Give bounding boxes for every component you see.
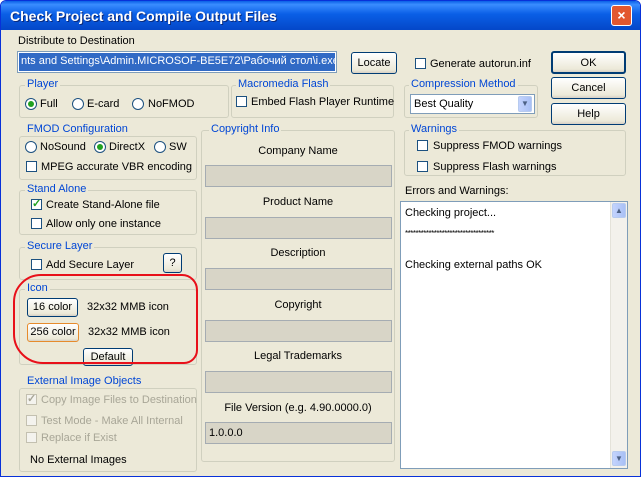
distribute-label: Distribute to Destination (18, 35, 135, 47)
file-version-field[interactable]: 1.0.0.0 (205, 422, 392, 444)
fmod-nosound-radio[interactable] (25, 141, 37, 153)
embed-flash-label: Embed Flash Player Runtime (251, 96, 395, 108)
window-title: Check Project and Compile Output Files (10, 8, 277, 24)
fmod-nosound-label: NoSound (40, 141, 86, 153)
errors-log[interactable]: Checking project... ********************… (400, 201, 628, 469)
help-button[interactable]: Help (551, 103, 626, 125)
player-full-label: Full (40, 98, 58, 110)
company-name-label: Company Name (258, 145, 338, 157)
secure-group-title: Secure Layer (25, 240, 95, 252)
no-external-images-label: No External Images (30, 454, 127, 466)
suppress-flash-checkbox[interactable] (417, 161, 428, 172)
player-ecard-radio[interactable] (72, 98, 84, 110)
copyright-label: Copyright (274, 299, 322, 311)
player-full-radio[interactable] (25, 98, 37, 110)
embed-flash-checkbox[interactable] (236, 96, 247, 107)
description-field[interactable] (205, 268, 392, 290)
fmod-directx-label: DirectX (109, 141, 146, 153)
compression-group-title: Compression Method (409, 78, 518, 90)
replace-exist-checkbox[interactable] (26, 432, 37, 443)
test-mode-label: Test Mode - Make All Internal (41, 415, 183, 427)
copy-images-label: Copy Image Files to Destination (41, 394, 197, 406)
legal-trademarks-label: Legal Trademarks (253, 350, 343, 362)
create-standalone-checkbox[interactable] (31, 197, 42, 210)
copy-images-checkbox[interactable] (26, 392, 37, 405)
compression-value: Best Quality (414, 98, 474, 110)
player-nofmod-radio[interactable] (132, 98, 144, 110)
secure-layer-checkbox[interactable] (31, 259, 42, 270)
fmod-group-title: FMOD Configuration (25, 123, 130, 135)
mpeg-vbr-checkbox[interactable] (26, 161, 37, 172)
legal-trademarks-field[interactable] (205, 371, 392, 393)
player-ecard-label: E-card (87, 98, 120, 110)
mpeg-vbr-label: MPEG accurate VBR encoding (41, 161, 193, 173)
title-bar[interactable]: Check Project and Compile Output Files × (1, 1, 640, 30)
locate-button[interactable]: Locate (351, 52, 397, 74)
scroll-down-icon[interactable]: ▼ (612, 451, 626, 466)
close-button[interactable]: × (611, 5, 632, 26)
external-group-title: External Image Objects (25, 375, 144, 387)
copyright-group-title: Copyright Info (209, 123, 282, 135)
fmod-directx-radio[interactable] (94, 141, 106, 153)
log-line: ********************************** (405, 229, 494, 238)
standalone-group-title: Stand Alone (25, 183, 89, 195)
errors-scrollbar[interactable]: ▲ ▼ (610, 202, 627, 468)
scroll-up-icon[interactable]: ▲ (612, 203, 626, 218)
flash-group-title: Macromedia Flash (236, 78, 331, 90)
file-version-value: 1.0.0.0 (209, 427, 243, 439)
replace-exist-label: Replace if Exist (41, 432, 117, 444)
suppress-fmod-checkbox[interactable] (417, 140, 428, 151)
product-name-field[interactable] (205, 217, 392, 239)
one-instance-label: Allow only one instance (46, 218, 161, 230)
secure-layer-label: Add Secure Layer (46, 259, 135, 271)
description-label: Description (270, 247, 326, 259)
secure-help-button[interactable]: ? (163, 253, 182, 273)
test-mode-checkbox[interactable] (26, 415, 37, 426)
autorun-label: Generate autorun.inf (430, 58, 531, 70)
player-group-title: Player (25, 78, 61, 90)
file-version-label: File Version (e.g. 4.90.0000.0) (224, 402, 372, 414)
autorun-checkbox[interactable] (415, 58, 426, 69)
player-nofmod-label: NoFMOD (148, 98, 195, 110)
suppress-flash-label: Suppress Flash warnings (433, 161, 557, 173)
suppress-fmod-label: Suppress FMOD warnings (433, 140, 562, 152)
dialog-body: Distribute to Destination nts and Settin… (1, 30, 640, 476)
company-name-field[interactable] (205, 165, 392, 187)
compression-select[interactable]: Best Quality ▼ (410, 94, 535, 114)
fmod-sw-radio[interactable] (154, 141, 166, 153)
fmod-sw-label: SW (169, 141, 187, 153)
one-instance-checkbox[interactable] (31, 218, 42, 229)
chevron-down-icon[interactable]: ▼ (518, 96, 532, 112)
warnings-group-title: Warnings (409, 123, 460, 135)
red-annotation-circle (13, 274, 198, 364)
errors-label: Errors and Warnings: (405, 185, 509, 197)
destination-path-field[interactable]: nts and Settings\Admin.MICROSOF-BE5E72\Р… (17, 51, 337, 73)
ok-button[interactable]: OK (551, 51, 626, 74)
product-name-label: Product Name (262, 196, 334, 208)
create-standalone-label: Create Stand-Alone file (46, 199, 160, 211)
log-line: Checking external paths OK (405, 259, 542, 271)
destination-path-text: nts and Settings\Admin.MICROSOF-BE5E72\Р… (19, 53, 335, 71)
dialog-window: Check Project and Compile Output Files ×… (0, 0, 641, 477)
log-line: Checking project... (405, 207, 497, 219)
cancel-button[interactable]: Cancel (551, 77, 626, 99)
copyright-field[interactable] (205, 320, 392, 342)
